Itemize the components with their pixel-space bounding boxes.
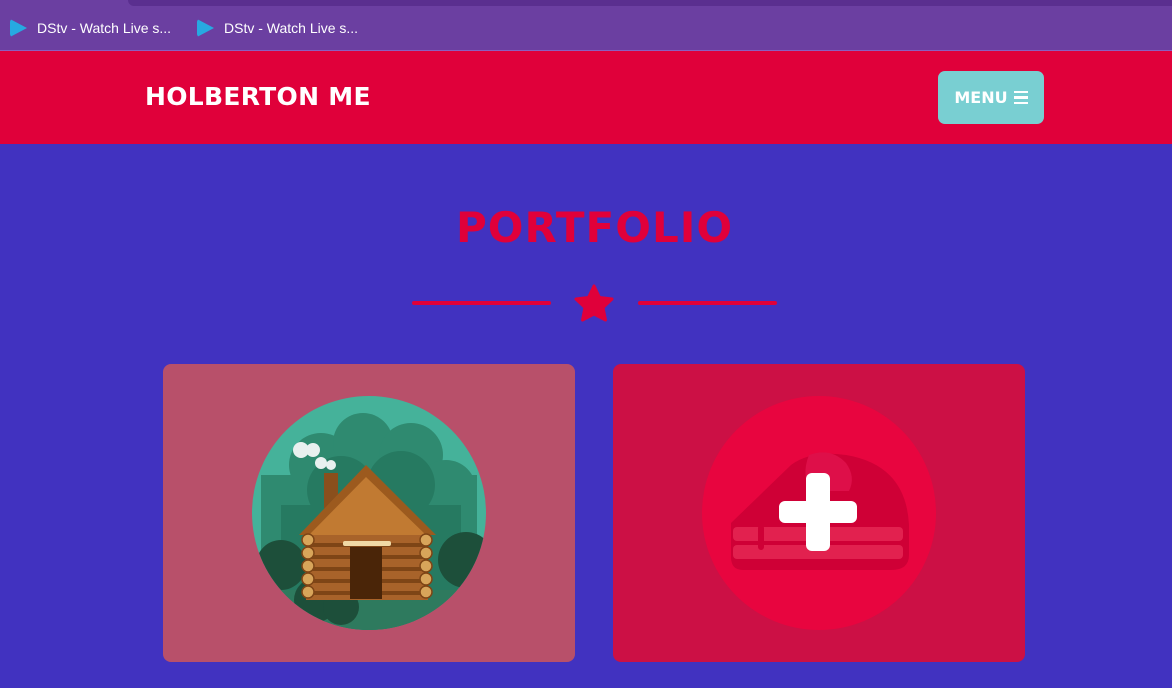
site-header: HOLBERTON ME MENU xyxy=(0,51,1172,144)
divider-line-left xyxy=(412,301,551,305)
menu-label: MENU xyxy=(954,88,1008,107)
bookmark-label: DStv - Watch Live s... xyxy=(224,20,359,36)
plus-icon-horizontal xyxy=(779,501,857,523)
dstv-play-icon xyxy=(10,19,27,37)
menu-button[interactable]: MENU xyxy=(938,71,1044,124)
bookmark-label: DStv - Watch Live s... xyxy=(37,20,172,36)
portfolio-item-cabin[interactable] xyxy=(163,364,575,662)
site-brand[interactable]: HOLBERTON ME xyxy=(145,82,371,111)
bookmark-dstv-1[interactable]: DStv - Watch Live s... xyxy=(10,18,171,38)
cake-illustration xyxy=(702,396,936,630)
tabstrip-edge xyxy=(128,0,1172,6)
star-divider xyxy=(412,284,777,322)
bookmark-dstv-2[interactable]: DStv - Watch Live s... xyxy=(197,18,358,38)
portfolio-title: PORTFOLIO xyxy=(455,203,734,252)
dstv-play-icon xyxy=(197,19,214,37)
star-icon xyxy=(574,284,614,322)
divider-line-right xyxy=(638,301,777,305)
log-cabin-illustration xyxy=(252,396,486,630)
bookmarks-bar: DStv - Watch Live s... DStv - Watch Live… xyxy=(0,0,1172,51)
portfolio-item-cake[interactable] xyxy=(613,364,1025,662)
hamburger-icon xyxy=(1013,90,1028,105)
